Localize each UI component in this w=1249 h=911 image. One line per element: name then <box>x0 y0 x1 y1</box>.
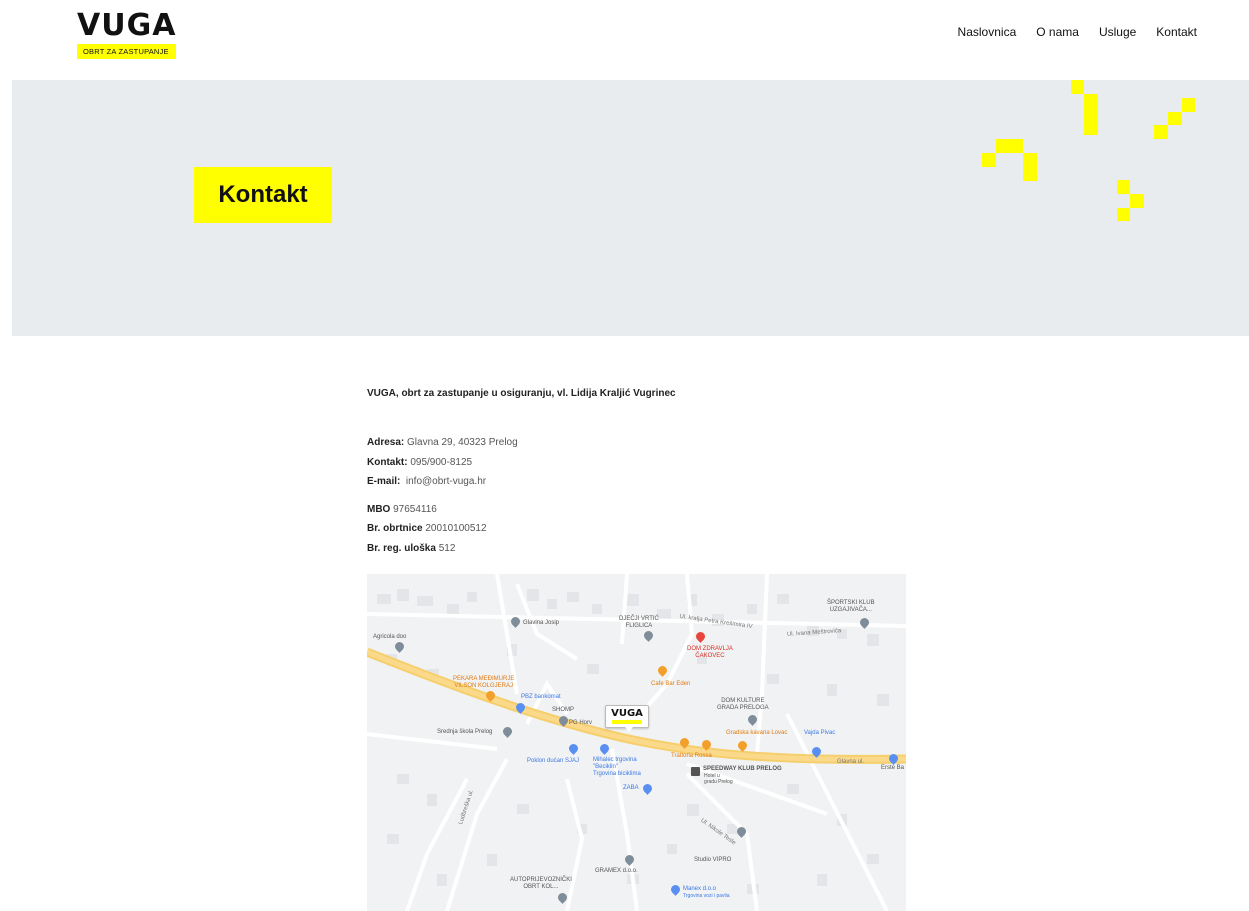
nav-item-o-nama[interactable]: O nama <box>1036 25 1079 39</box>
phone-label: Kontakt: <box>367 456 408 468</box>
map-label-erste: Erste Ba <box>881 765 905 771</box>
phone-value[interactable]: 095/900-8125 <box>408 457 472 468</box>
logo-tagline: OBRT ZA ZASTUPANJE <box>77 44 176 59</box>
map-label-cafe-bar-eden: Cafe Bar Eden <box>651 681 691 687</box>
email-label: E-mail: <box>367 476 401 487</box>
map-pin-speedway[interactable] <box>691 767 700 776</box>
map-label-glavna-ul: Glavna ul. <box>837 759 865 765</box>
map-label-gradska-kavana: Gradska kavana Lovac <box>726 730 788 736</box>
obrtnica-value: 20010100512 <box>422 523 487 534</box>
registration-details: MBO 97654116 Br. obrtnice 20010100512 Br… <box>367 500 907 559</box>
map-label-vajda-pivac: Vajda Pivac <box>804 730 836 736</box>
map-label-manex: Manex d.o.o <box>683 886 717 892</box>
map-label-pg-horv: PG Horv <box>569 720 593 726</box>
map-label-dom-zdravlja: DOM ZDRAVLJA ČAKOVEC <box>687 646 733 659</box>
map-marker-tail <box>625 727 633 732</box>
reg-line: Br. reg. uloška 512 <box>367 539 907 559</box>
map-marker-tagline-bar <box>612 720 642 724</box>
logo[interactable]: VUGA OBRT ZA ZASTUPANJE <box>77 11 176 59</box>
map-label-glavina-josip: Glavina Josip <box>523 620 560 626</box>
obrtnica-label: Br. obrtnice <box>367 523 423 534</box>
address-value: Glavna 29, 40323 Prelog <box>404 437 518 448</box>
map-label-pekara: PEKARA MEĐIMURJE VILSON KOLGJERAJ <box>453 676 515 689</box>
map-label-dom-kulture: DOM KULTURE GRADA PRELOGA <box>717 698 769 711</box>
map-label-agricola: Agricola doo <box>373 634 407 640</box>
mbo-line: MBO 97654116 <box>367 500 907 520</box>
map-label-manex-sub: Trgovina vozi i pavlia <box>683 893 730 899</box>
map-label-poklon-ducan: Poklon dućan SJAJ <box>527 758 580 764</box>
contact-section: VUGA, obrt za zastupanje u osiguranju, v… <box>367 388 907 558</box>
site-header: VUGA OBRT ZA ZASTUPANJE Naslovnica O nam… <box>0 0 1249 80</box>
nav-item-naslovnica[interactable]: Naslovnica <box>958 25 1017 39</box>
map-label-autoprijevoznicki: AUTOPRIJEVOZNIČKI OBRT KOL... <box>510 877 572 890</box>
map-label-studio-vipro: Studio VIPRO <box>694 857 732 863</box>
location-map[interactable]: ŠPORTSKI KLUB UZGAJIVAČA... DJEČJI VRTIĆ… <box>367 574 906 911</box>
logo-word: VUGA <box>77 8 177 43</box>
email-line: E-mail: info@obrt-vuga.hr <box>367 472 907 492</box>
map-label-pbz: PBZ bankomat <box>521 694 561 700</box>
email-value[interactable]: info@obrt-vuga.hr <box>400 476 486 487</box>
mbo-label: MBO <box>367 503 391 515</box>
map-label-gramex: GRAMEX d.o.o. <box>595 868 638 874</box>
map-marker-logo: VUGA <box>611 708 643 719</box>
map-label-srednja-skola: Srednja škola Prelog <box>437 729 493 735</box>
main-nav: Naslovnica O nama Usluge Kontakt <box>958 25 1197 39</box>
hero-banner: Kontakt <box>12 80 1249 336</box>
map-location-marker[interactable]: VUGA <box>605 705 649 732</box>
reg-label: Br. reg. uloška <box>367 542 436 554</box>
map-label-zaba: ZABA <box>623 785 639 791</box>
nav-item-usluge[interactable]: Usluge <box>1099 25 1136 39</box>
map-label-shomp: SHOMP <box>552 707 575 713</box>
address-line: Adresa: Glavna 29, 40323 Prelog <box>367 433 907 453</box>
mbo-value: 97654116 <box>390 503 437 515</box>
contact-details: Adresa: Glavna 29, 40323 Prelog Kontakt:… <box>367 433 907 492</box>
map-label-hotel: Hotel u gradu Prelog <box>704 773 733 785</box>
company-name: VUGA, obrt za zastupanje u osiguranju, v… <box>367 388 676 399</box>
map-label-mihalec: Mihalec trgovina "Beciklin" Trgovina bic… <box>593 757 641 777</box>
obrtnica-line: Br. obrtnice 20010100512 <box>367 519 907 539</box>
map-label-trattoria: Trattoria Rossa <box>671 753 712 759</box>
address-label: Adresa: <box>367 437 405 448</box>
phone-line: Kontakt: 095/900-8125 <box>367 453 907 473</box>
page-title-box: Kontakt <box>194 167 332 223</box>
map-label-djecji-vrtic: DJEČJI VRTIĆ FLIGLICA <box>619 616 659 629</box>
map-label-sportski-klub: ŠPORTSKI KLUB UZGAJIVAČA... <box>827 600 875 613</box>
map-label-speedway: SPEEDWAY KLUB PRELOG <box>703 766 782 772</box>
reg-value: 512 <box>435 542 456 554</box>
page-title: Kontakt <box>218 181 308 208</box>
nav-item-kontakt[interactable]: Kontakt <box>1156 25 1197 39</box>
